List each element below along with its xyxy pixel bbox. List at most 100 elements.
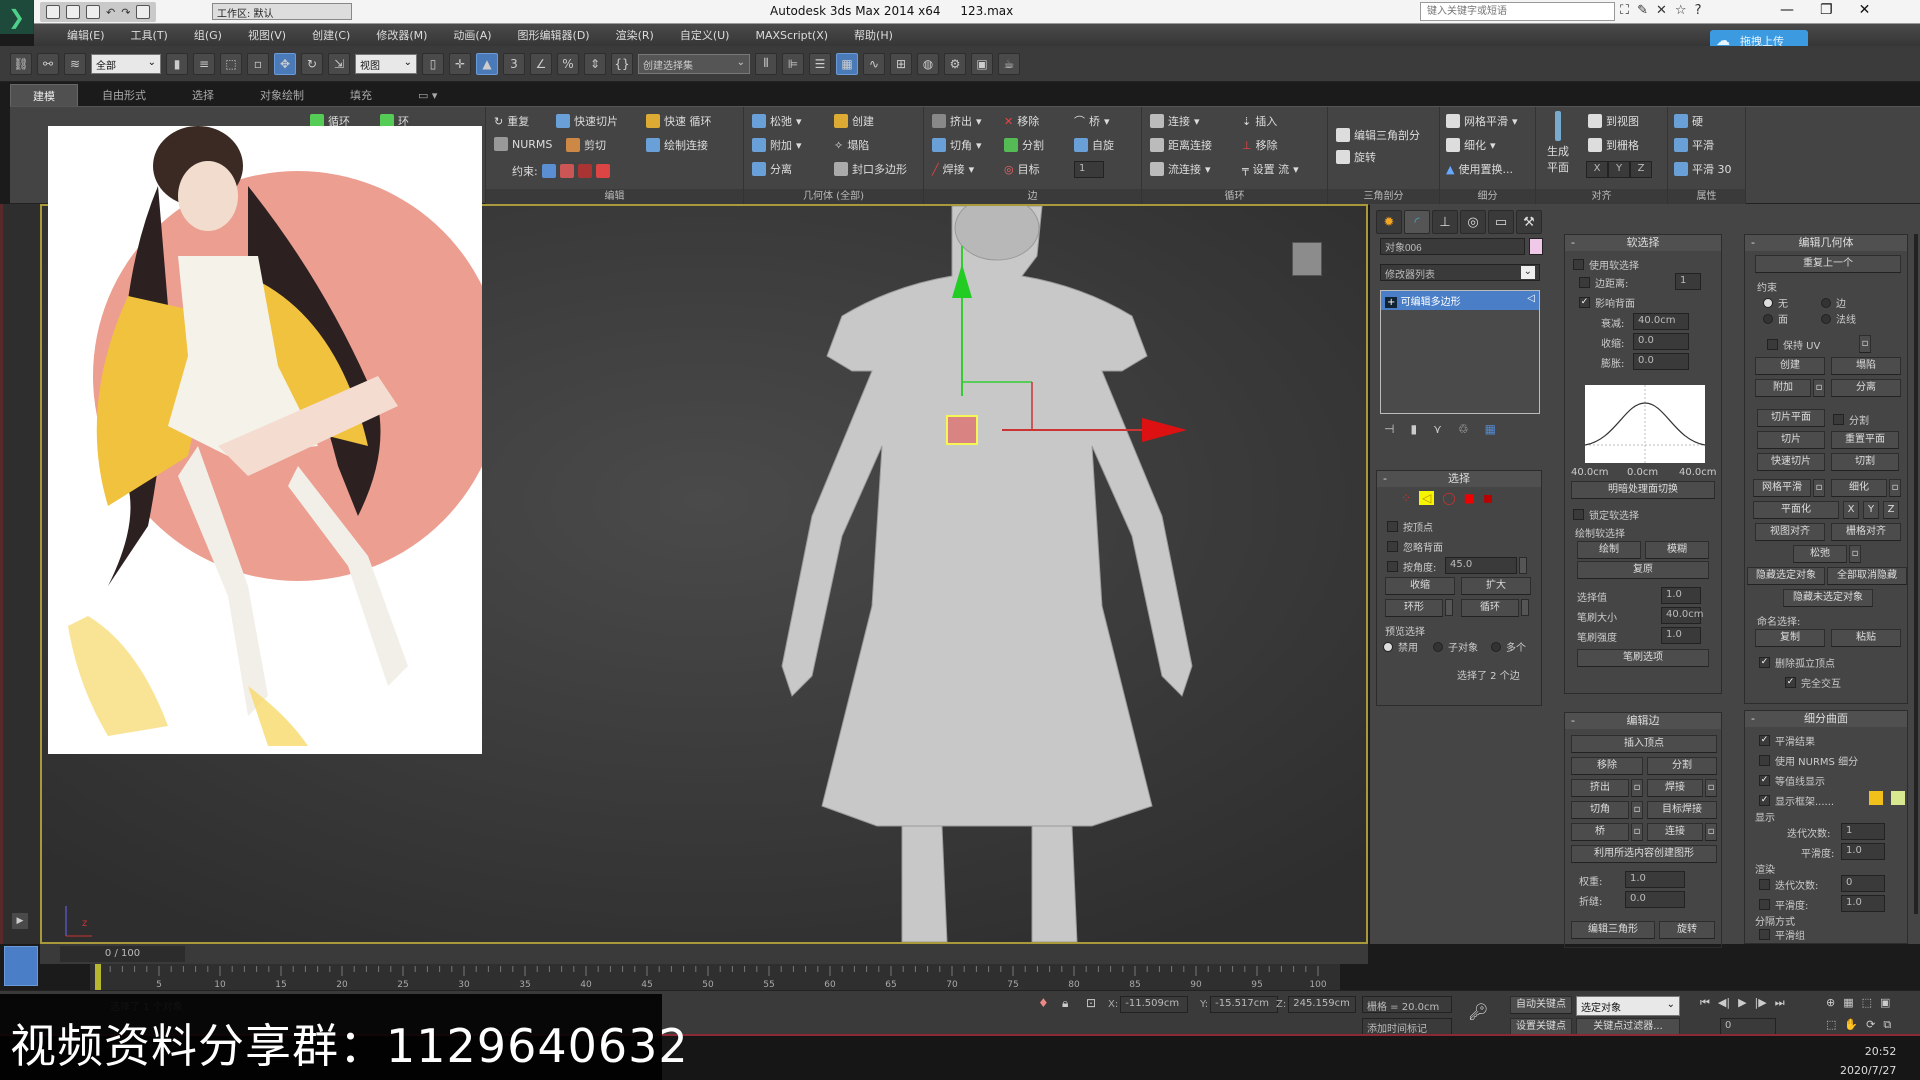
project-folder-icon[interactable] [136, 5, 151, 19]
reset-plane-button[interactable]: 重置平面 [1831, 431, 1899, 449]
weld-button[interactable]: ╱ 焊接 ▾ [932, 161, 974, 177]
affect-backfacing-checkbox[interactable]: ✓ 影响背面 [1579, 295, 1635, 310]
hierarchy-tab-icon[interactable]: ⊥ [1432, 210, 1458, 234]
time-slider[interactable] [40, 944, 1368, 964]
planar-z-button[interactable]: Z [1883, 501, 1899, 519]
quickloop-button[interactable]: 快速 循环 [646, 113, 712, 129]
auto-key-button[interactable]: 自动关键点 [1510, 996, 1572, 1014]
stack-item-editable-poly[interactable]: + 可编辑多边形 ◁ [1381, 291, 1539, 310]
by-angle-checkbox[interactable]: 按角度: [1387, 559, 1436, 574]
object-color-swatch[interactable] [1529, 238, 1543, 255]
shaded-face-toggle-button[interactable]: 明暗处理面切换 [1571, 481, 1715, 499]
extrude-button[interactable]: 挤出 ▾ [932, 113, 982, 129]
curve-editor-icon[interactable]: ∿ [863, 52, 885, 75]
cut-button[interactable]: 剪切 [566, 137, 606, 153]
select-by-name-icon[interactable]: ≡ [193, 52, 215, 75]
menu-create[interactable]: 创建(C) [299, 27, 363, 43]
delete-isolated-checkbox[interactable]: ✓ 删除孤立顶点 [1759, 655, 1835, 670]
split-button[interactable]: 分割 [1004, 137, 1044, 153]
extrude-edge-button[interactable]: 挤出 [1571, 779, 1629, 797]
split-checkbox[interactable]: 分割 [1833, 412, 1869, 427]
angle-spinner[interactable] [1519, 557, 1527, 574]
detach-button[interactable]: 分离 [752, 161, 792, 177]
loop-spinner[interactable] [1521, 599, 1529, 616]
favorites-star-icon[interactable]: ☆ [1675, 3, 1687, 18]
make-unique-icon[interactable]: ⋎ [1433, 422, 1442, 436]
crease-field[interactable]: 0.0 [1625, 891, 1685, 908]
pin-stack-icon[interactable]: ⊣ [1384, 422, 1394, 436]
select-object-icon[interactable]: ▮ [166, 52, 188, 75]
hard-button[interactable]: 硬 [1674, 113, 1703, 129]
named-selection-dropdown[interactable]: 创建选择集 ⌄ [638, 53, 750, 74]
target-button[interactable]: ◎ 目标 [1004, 161, 1040, 177]
move-icon[interactable]: ✥ [274, 52, 296, 75]
unlink-icon[interactable]: ⚯ [37, 52, 59, 75]
preview-subobject-radio[interactable]: 子对象 [1433, 639, 1478, 654]
key-filter-target-dropdown[interactable]: 选定对象 ⌄ [1576, 996, 1680, 1016]
x-coordinate-field[interactable]: -11.509cm [1120, 996, 1189, 1013]
render-smoothness-checkbox[interactable]: 平滑度: [1759, 897, 1808, 912]
configure-sets-icon[interactable]: ▦ [1485, 422, 1496, 436]
infocenter-search-input[interactable] [1420, 2, 1615, 21]
trackbar[interactable]: 0510152025303540455055606570758085909510… [90, 964, 1340, 990]
tab-populate[interactable]: 填充 [328, 84, 394, 106]
turn-edge-button[interactable]: 旋转 [1659, 921, 1715, 939]
insert-loop-button[interactable]: ⇣ 插入 [1242, 113, 1277, 129]
binoculars-icon[interactable]: ⛶ [1620, 3, 1629, 18]
tessellate-button[interactable]: 细化 ▾ [1446, 137, 1496, 153]
render-iterations-checkbox[interactable]: 迭代次数: [1759, 877, 1818, 892]
polygon-level-icon[interactable]: ■ [1464, 491, 1475, 505]
percent-snap-icon[interactable]: % [557, 52, 579, 75]
restore-icon[interactable]: ❐ [1820, 2, 1833, 18]
render-production-icon[interactable]: ☕ [998, 52, 1020, 75]
constraint-none-radio[interactable]: 无 [1763, 295, 1788, 310]
workspace-dropdown[interactable]: 工作区: 默认 [212, 3, 352, 20]
keyboard-shortcut-override-icon[interactable]: ▲ [476, 52, 498, 75]
relax-settings-icon[interactable]: ▫ [1849, 545, 1861, 563]
bubble-field[interactable]: 0.0 [1633, 353, 1689, 370]
unhide-all-button[interactable]: 全部取消隐藏 [1827, 567, 1907, 585]
spinner-snap-icon[interactable]: ⇕ [584, 52, 606, 75]
undo-icon[interactable]: ↶ [106, 6, 115, 19]
brush-options-button[interactable]: 笔刷选项 [1577, 649, 1709, 667]
chamfer-settings-icon[interactable]: ▫ [1631, 801, 1643, 819]
align-z-button[interactable]: Z [1630, 161, 1652, 178]
z-coordinate-field[interactable]: 245.159cm [1288, 996, 1357, 1013]
add-time-tag-button[interactable]: 添加时间标记 [1362, 1018, 1452, 1035]
meshsmooth-button[interactable]: 网格平滑 ▾ [1446, 113, 1518, 129]
play-icon[interactable]: ▶ [1738, 996, 1746, 1010]
cage-color-swatch-1[interactable] [1869, 791, 1883, 805]
hide-unselected-button[interactable]: 隐藏未选定对象 [1783, 589, 1873, 607]
extrude-settings-icon[interactable]: ▫ [1631, 779, 1643, 797]
collapse-button[interactable]: ✧ 塌陷 [834, 137, 869, 153]
ribbon-minimize-icon[interactable]: ▭ ▾ [396, 86, 459, 105]
generate-plane-button[interactable]: 生成平面 [1544, 111, 1572, 175]
zoom-all-icon[interactable]: ▦ [1843, 996, 1853, 1009]
ring-spinner[interactable] [1445, 599, 1453, 616]
motion-tab-icon[interactable]: ◎ [1460, 210, 1486, 234]
edge-level-icon[interactable]: ◁ [1419, 491, 1435, 505]
paste-selection-button[interactable]: 粘贴 [1831, 629, 1901, 647]
loop-button[interactable]: 循环 [1461, 599, 1519, 617]
show-end-result-icon[interactable]: ▮ [1410, 422, 1417, 436]
tessellate-geometry-button[interactable]: 细化 [1831, 479, 1887, 497]
preserve-uv-settings-icon[interactable]: ▫ [1859, 335, 1871, 353]
tab-selection[interactable]: 选择 [170, 84, 236, 106]
command-panel-scrollbar[interactable] [1914, 234, 1918, 914]
nurms-button[interactable]: NURMS [494, 137, 552, 151]
subscription-icon[interactable]: ✎ [1637, 3, 1648, 18]
absolute-mode-icon[interactable]: ⊡ [1086, 996, 1096, 1010]
edit-triangles-button[interactable]: 编辑三角形 [1571, 921, 1655, 939]
object-name-field[interactable] [1380, 238, 1525, 255]
grow-button[interactable]: 扩大 [1461, 577, 1531, 595]
align-y-button[interactable]: Y [1608, 161, 1630, 178]
select-link-icon[interactable]: ⛓ [10, 52, 32, 75]
bind-spacewarp-icon[interactable]: ≋ [64, 52, 86, 75]
attach-button[interactable]: 附加 ▾ [752, 137, 802, 153]
app-logo-icon[interactable]: ❯ [0, 0, 34, 34]
menu-tools[interactable]: 工具(T) [118, 27, 181, 43]
falloff-field[interactable]: 40.0cm [1633, 313, 1689, 330]
save-icon[interactable] [86, 5, 100, 19]
create-shape-button[interactable]: 利用所选内容创建图形 [1571, 845, 1717, 863]
make-planar-button[interactable]: 平面化 [1753, 501, 1839, 519]
